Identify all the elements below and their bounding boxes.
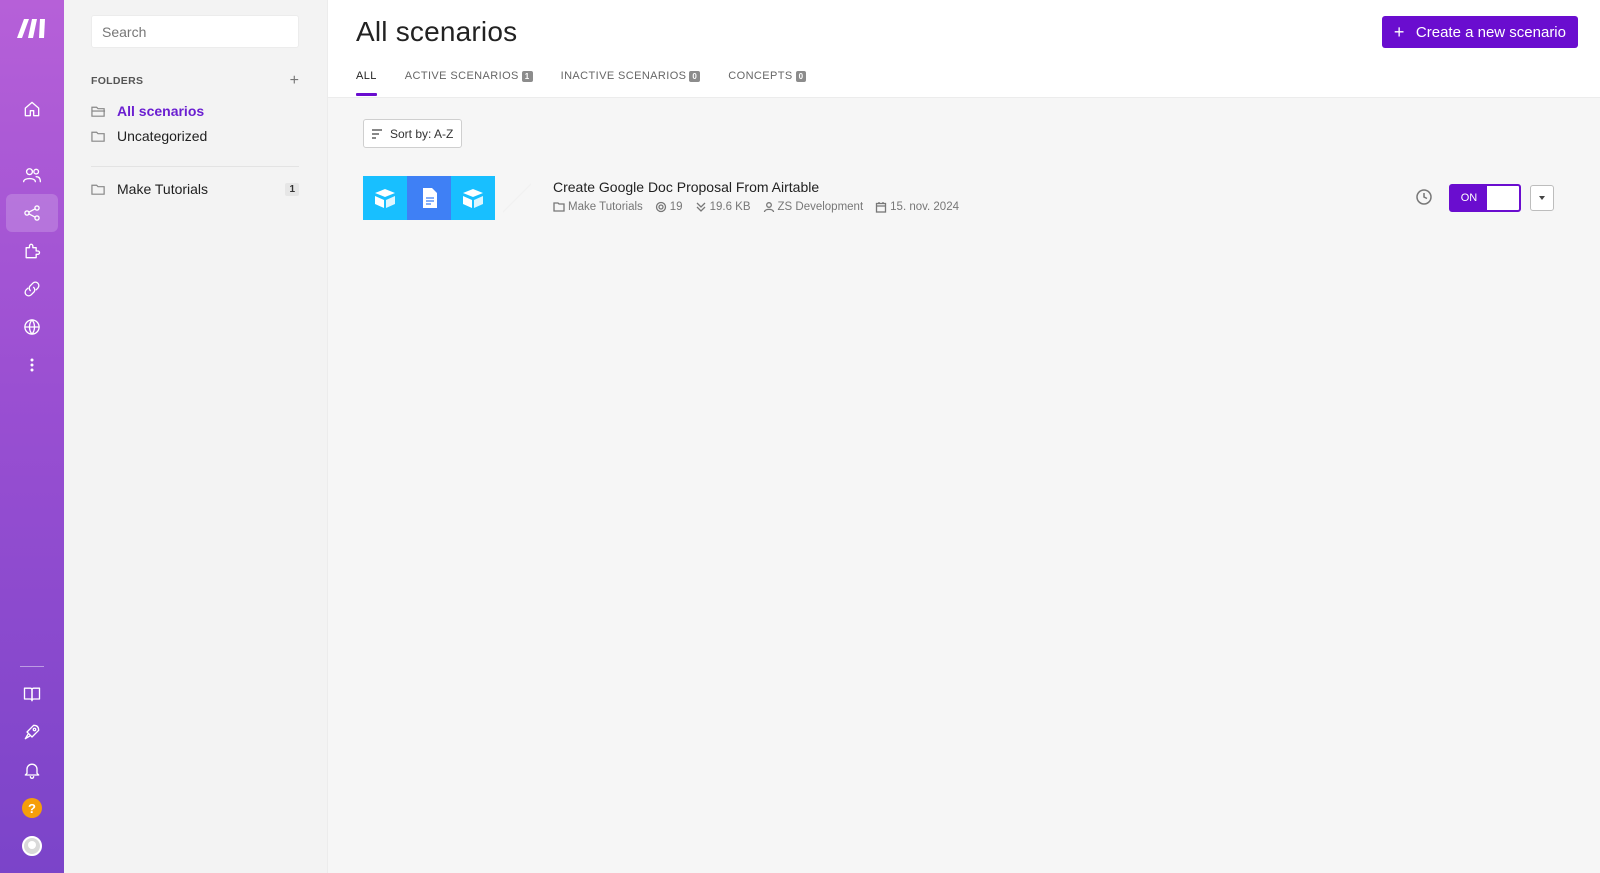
scenario-options-dropdown[interactable] [1530,185,1554,211]
main-content: All scenarios + Create a new scenario AL… [328,0,1600,873]
rocket-icon[interactable] [6,713,58,751]
make-logo-icon[interactable] [14,14,50,42]
scenario-on-off-toggle[interactable]: ON [1449,184,1521,212]
team-icon[interactable] [6,156,58,194]
tab-label: ALL [356,70,377,82]
scenario-app-tiles[interactable] [363,176,539,220]
plus-icon: + [1393,22,1405,42]
home-icon[interactable] [6,90,58,128]
calendar-icon [876,202,887,213]
help-icon[interactable]: ? [6,789,58,827]
page-title: All scenarios [356,16,518,47]
tab-count-badge: 1 [521,70,533,82]
scenario-data-size-value: 19.6 KB [709,201,751,213]
user-icon [763,202,774,213]
toggle-on-label: ON [1451,186,1487,210]
webhooks-globe-icon[interactable] [6,308,58,346]
rail-divider [20,666,44,667]
open-folder-icon [91,106,106,117]
tab-label: ACTIVE SCENARIOS [404,70,519,82]
search-input[interactable] [91,15,299,48]
folder-icon [553,202,565,212]
tab-active-scenarios[interactable]: ACTIVE SCENARIOS 1 [405,70,533,96]
create-new-scenario-button[interactable]: + Create a new scenario [1381,16,1578,48]
tab-concepts[interactable]: CONCEPTS 0 [728,70,807,96]
scenario-operations: 19 [655,201,683,213]
airtable-icon [363,176,407,220]
tab-count-badge: 0 [689,70,701,82]
folder-label: All scenarios [117,103,205,119]
more-icon[interactable] [6,346,58,384]
scenario-title[interactable]: Create Google Doc Proposal From Airtable [553,179,819,195]
avatar-icon [22,836,42,856]
scenarios-icon[interactable] [6,194,58,232]
airtable-icon [451,176,495,220]
tab-label: INACTIVE SCENARIOS [560,70,687,82]
main-navigation-rail: ? [0,0,64,873]
scenario-row[interactable]: Create Google Doc Proposal From Airtable… [363,176,1568,220]
create-button-label: Create a new scenario [1415,23,1566,41]
sort-label: Sort by: A-Z [390,126,454,141]
scenario-operations-value: 19 [669,201,683,213]
tab-all[interactable]: ALL [356,70,377,96]
folder-item-uncategorized[interactable]: Uncategorized [91,128,299,144]
folders-heading: FOLDERS [91,75,144,87]
page-header: All scenarios + Create a new scenario AL… [328,0,1600,98]
folder-item-all-scenarios[interactable]: All scenarios [91,103,299,119]
google-docs-icon [407,176,451,220]
folder-icon [91,131,105,142]
folders-panel: FOLDERS + All scenarios Uncategorized Ma… [64,0,328,873]
help-badge: ? [22,798,42,818]
schedule-clock-icon[interactable] [1415,188,1433,206]
user-avatar[interactable] [6,827,58,865]
tab-label: CONCEPTS [728,70,793,82]
folder-icon [91,184,105,195]
add-folder-button[interactable]: + [290,73,299,89]
folders-header: FOLDERS + [91,73,299,89]
tab-inactive-scenarios[interactable]: INACTIVE SCENARIOS 0 [561,70,701,96]
scenario-date: 15. nov. 2024 [875,201,959,213]
scenario-tabs: ALL ACTIVE SCENARIOS 1 INACTIVE SCENARIO… [356,70,807,96]
chevrons-down-icon [696,202,706,212]
caret-down-icon [1539,196,1545,200]
bell-icon[interactable] [6,751,58,789]
folder-label: Make Tutorials [117,181,209,197]
folder-divider [91,166,299,167]
scenario-date-value: 15. nov. 2024 [890,201,959,213]
gear-icon [655,201,666,213]
scenario-meta: Make Tutorials 19 19.6 KB ZS Development… [553,201,959,213]
sort-lines-icon [372,129,382,139]
scenario-data-size: 19.6 KB [695,201,751,213]
empty-module-placeholder [495,176,539,220]
tab-count-badge: 0 [795,70,807,82]
connections-link-icon[interactable] [6,270,58,308]
folder-count-badge: 1 [285,182,299,196]
docs-book-icon[interactable] [6,675,58,713]
scenario-owner-value: ZS Development [777,201,864,213]
scenario-owner: ZS Development [763,201,864,213]
folder-label: Uncategorized [117,128,208,144]
scenario-folder-label: Make Tutorials [568,201,643,213]
scenario-folder: Make Tutorials [553,201,643,213]
folder-item-make-tutorials[interactable]: Make Tutorials 1 [91,181,299,197]
sort-button[interactable]: Sort by: A-Z [363,119,463,148]
apps-puzzle-icon[interactable] [6,232,58,270]
